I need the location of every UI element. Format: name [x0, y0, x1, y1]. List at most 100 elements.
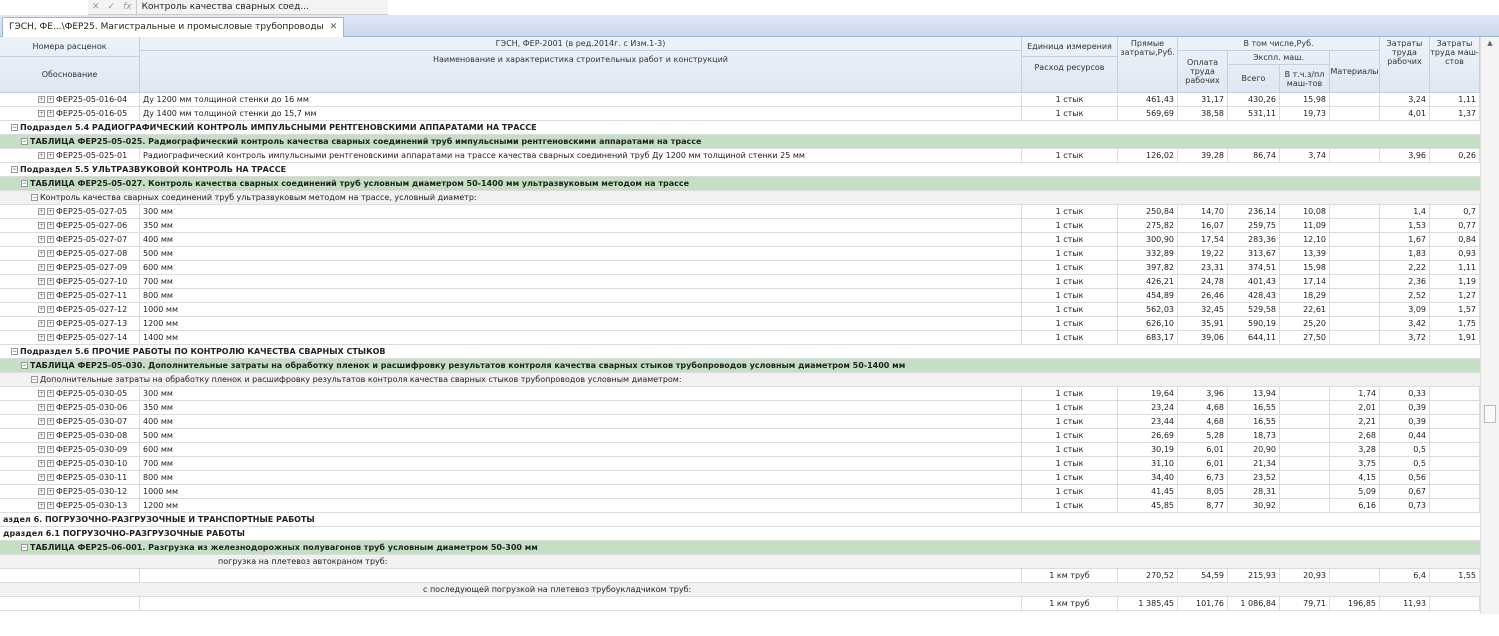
- collapse-icon[interactable]: −: [21, 180, 28, 187]
- expand-icon[interactable]: +: [38, 418, 45, 425]
- group-row[interactable]: погрузка на плетевоз автокраном труб:: [0, 555, 1480, 569]
- expand-resources-icon[interactable]: +: [47, 292, 54, 299]
- table-row[interactable]: + + ФЕР25-05-027-05 300 мм 1 стык 250,84 14,70…: [0, 205, 1480, 219]
- group-row[interactable]: − Дополнительные затраты на обработку пле…: [0, 373, 1480, 387]
- expand-icon[interactable]: +: [38, 446, 45, 453]
- expand-resources-icon[interactable]: +: [47, 474, 54, 481]
- col-pay-header[interactable]: Оплата труда рабочих: [1178, 51, 1228, 93]
- expand-icon[interactable]: +: [38, 110, 45, 117]
- rate-code[interactable]: ФЕР25-05-030-08: [56, 431, 127, 440]
- expand-icon[interactable]: +: [38, 488, 45, 495]
- table-row[interactable]: + + ФЕР25-05-030-05 300 мм 1 стык 19,64 3,96 13…: [0, 387, 1480, 401]
- rate-code[interactable]: ФЕР25-05-030-05: [56, 389, 127, 398]
- col-mach-incl-header[interactable]: В т.ч.з/пл маш-тов: [1280, 65, 1330, 93]
- col-unit-header[interactable]: Единица измерения: [1022, 37, 1118, 57]
- table-row[interactable]: + + ФЕР25-05-027-08 500 мм 1 стык 332,89 19,22…: [0, 247, 1480, 261]
- rate-code[interactable]: ФЕР25-05-027-12: [56, 305, 127, 314]
- col-direct-header[interactable]: Прямые затраты,Руб.: [1118, 37, 1178, 93]
- expand-icon[interactable]: +: [38, 404, 45, 411]
- table-row[interactable]: + + ФЕР25-05-030-07 400 мм 1 стык 23,44 4,68 16…: [0, 415, 1480, 429]
- expand-icon[interactable]: +: [38, 236, 45, 243]
- rate-code[interactable]: ФЕР25-05-027-08: [56, 249, 127, 258]
- section-row[interactable]: − Подраздел 5.5 УЛЬТРАЗВУКОВОЙ КОНТРОЛЬ Н…: [0, 163, 1480, 177]
- expand-resources-icon[interactable]: +: [47, 222, 54, 229]
- rate-code[interactable]: ФЕР25-05-027-05: [56, 207, 127, 216]
- col-labor-mach-header[interactable]: Затраты труда маш-стов: [1430, 37, 1480, 93]
- table-row[interactable]: + + ФЕР25-05-030-12 1000 мм 1 стык 41,45 8,05 2…: [0, 485, 1480, 499]
- vertical-scrollbar[interactable]: ▲: [1480, 37, 1499, 617]
- table-row[interactable]: + + ФЕР25-05-016-05 Ду 1400 мм толщиной сте…: [0, 107, 1480, 121]
- collapse-icon[interactable]: −: [21, 544, 28, 551]
- expand-icon[interactable]: +: [38, 432, 45, 439]
- section-row[interactable]: драздел 6.1 ПОГРУЗОЧНО-РАЗГРУЗОЧНЫЕ РАБО…: [0, 527, 1480, 541]
- tab-fer25[interactable]: ГЭСН, ФЕ...\ФЕР25. Магистральные и промы…: [2, 17, 345, 37]
- table-row[interactable]: + + ФЕР25-05-030-13 1200 мм 1 стык 45,85 8,77 3…: [0, 499, 1480, 513]
- table-row[interactable]: + + ФЕР25-05-027-14 1400 мм 1 стык 683,17 39,0…: [0, 331, 1480, 345]
- rate-code[interactable]: ФЕР25-05-030-06: [56, 403, 127, 412]
- rate-code[interactable]: ФЕР25-05-030-10: [56, 459, 127, 468]
- expand-icon[interactable]: +: [38, 222, 45, 229]
- rate-code[interactable]: ФЕР25-05-016-04: [56, 95, 127, 104]
- expand-icon[interactable]: +: [38, 460, 45, 467]
- expand-resources-icon[interactable]: +: [47, 264, 54, 271]
- expand-resources-icon[interactable]: +: [47, 502, 54, 509]
- collapse-icon[interactable]: −: [11, 348, 18, 355]
- section-row[interactable]: − Подраздел 5.4 РАДИОГРАФИЧЕСКИЙ КОНТРОЛЬ…: [0, 121, 1480, 135]
- expand-resources-icon[interactable]: +: [47, 418, 54, 425]
- table-row[interactable]: + + ФЕР25-05-027-09 600 мм 1 стык 397,82 23,31…: [0, 261, 1480, 275]
- expand-resources-icon[interactable]: +: [47, 488, 54, 495]
- rate-code[interactable]: ФЕР25-05-030-13: [56, 501, 127, 510]
- rate-code[interactable]: ФЕР25-05-025-01: [56, 151, 127, 160]
- expand-icon[interactable]: +: [38, 208, 45, 215]
- expand-resources-icon[interactable]: +: [47, 278, 54, 285]
- expand-resources-icon[interactable]: +: [47, 390, 54, 397]
- expand-resources-icon[interactable]: +: [47, 432, 54, 439]
- rate-code[interactable]: ФЕР25-05-027-09: [56, 263, 127, 272]
- expand-resources-icon[interactable]: +: [47, 460, 54, 467]
- section-row[interactable]: − Подраздел 5.6 ПРОЧИЕ РАБОТЫ ПО КОНТРОЛЮ…: [0, 345, 1480, 359]
- close-icon[interactable]: ✕: [330, 18, 338, 37]
- rate-code[interactable]: ФЕР25-05-027-13: [56, 319, 127, 328]
- col-labor-header[interactable]: Затраты труда рабочих: [1380, 37, 1430, 93]
- expand-icon[interactable]: +: [38, 502, 45, 509]
- table-row[interactable]: + + ФЕР25-05-016-04 Ду 1200 мм толщиной сте…: [0, 93, 1480, 107]
- col-resource-header[interactable]: Расход ресурсов: [1022, 57, 1118, 93]
- col-name-header[interactable]: Наименование и характеристика строительн…: [140, 51, 1022, 93]
- expand-icon[interactable]: +: [38, 306, 45, 313]
- expand-icon[interactable]: +: [38, 250, 45, 257]
- expand-resources-icon[interactable]: +: [47, 152, 54, 159]
- expand-resources-icon[interactable]: +: [47, 208, 54, 215]
- collapse-icon[interactable]: −: [11, 166, 18, 173]
- table-row[interactable]: + + ФЕР25-05-027-11 800 мм 1 стык 454,89 26,46…: [0, 289, 1480, 303]
- expand-icon[interactable]: +: [38, 474, 45, 481]
- table-row[interactable]: + + ФЕР25-05-030-10 700 мм 1 стык 31,10 6,01 21…: [0, 457, 1480, 471]
- scroll-thumb[interactable]: [1484, 405, 1496, 423]
- table-row[interactable]: + + ФЕР25-05-030-06 350 мм 1 стык 23,24 4,68 16…: [0, 401, 1480, 415]
- expand-icon[interactable]: +: [38, 264, 45, 271]
- expand-resources-icon[interactable]: +: [47, 446, 54, 453]
- rate-code[interactable]: ФЕР25-05-027-10: [56, 277, 127, 286]
- table-row[interactable]: − ТАБЛИЦА ФЕР25-06-001. Разгрузка из желе…: [0, 541, 1480, 555]
- expand-icon[interactable]: +: [38, 152, 45, 159]
- expand-resources-icon[interactable]: +: [47, 236, 54, 243]
- col-materials-header[interactable]: Материалы: [1330, 51, 1380, 93]
- table-row[interactable]: + + ФЕР25-05-030-09 600 мм 1 стык 30,19 6,01 20…: [0, 443, 1480, 457]
- expand-icon[interactable]: +: [38, 334, 45, 341]
- col-basis-header[interactable]: Обоснование: [0, 57, 140, 93]
- collapse-icon[interactable]: −: [31, 194, 38, 201]
- table-row[interactable]: + + ФЕР25-05-025-01 Радиографический контро…: [0, 149, 1480, 163]
- rate-code[interactable]: ФЕР25-05-027-14: [56, 333, 127, 342]
- table-row[interactable]: − ТАБЛИЦА ФЕР25-05-025. Радиографический …: [0, 135, 1480, 149]
- table-row[interactable]: + + ФЕР25-05-030-11 800 мм 1 стык 34,40 6,73 23…: [0, 471, 1480, 485]
- rate-code[interactable]: ФЕР25-05-030-07: [56, 417, 127, 426]
- expand-resources-icon[interactable]: +: [47, 250, 54, 257]
- expand-icon[interactable]: +: [38, 278, 45, 285]
- group-row[interactable]: с последующей погрузкой на плетевоз труб…: [0, 583, 1480, 597]
- table-row[interactable]: + + ФЕР25-05-030-08 500 мм 1 стык 26,69 5,28 18…: [0, 429, 1480, 443]
- expand-resources-icon[interactable]: +: [47, 96, 54, 103]
- table-row[interactable]: 1 км труб 270,52 54,59 215,93 20,93 6,4 1,55: [0, 569, 1480, 583]
- section-row[interactable]: аздел 6. ПОГРУЗОЧНО-РАЗГРУЗОЧНЫЕ И ТРАНС…: [0, 513, 1480, 527]
- expand-resources-icon[interactable]: +: [47, 334, 54, 341]
- expand-resources-icon[interactable]: +: [47, 404, 54, 411]
- group-row[interactable]: − Контроль качества сварных соединений тр…: [0, 191, 1480, 205]
